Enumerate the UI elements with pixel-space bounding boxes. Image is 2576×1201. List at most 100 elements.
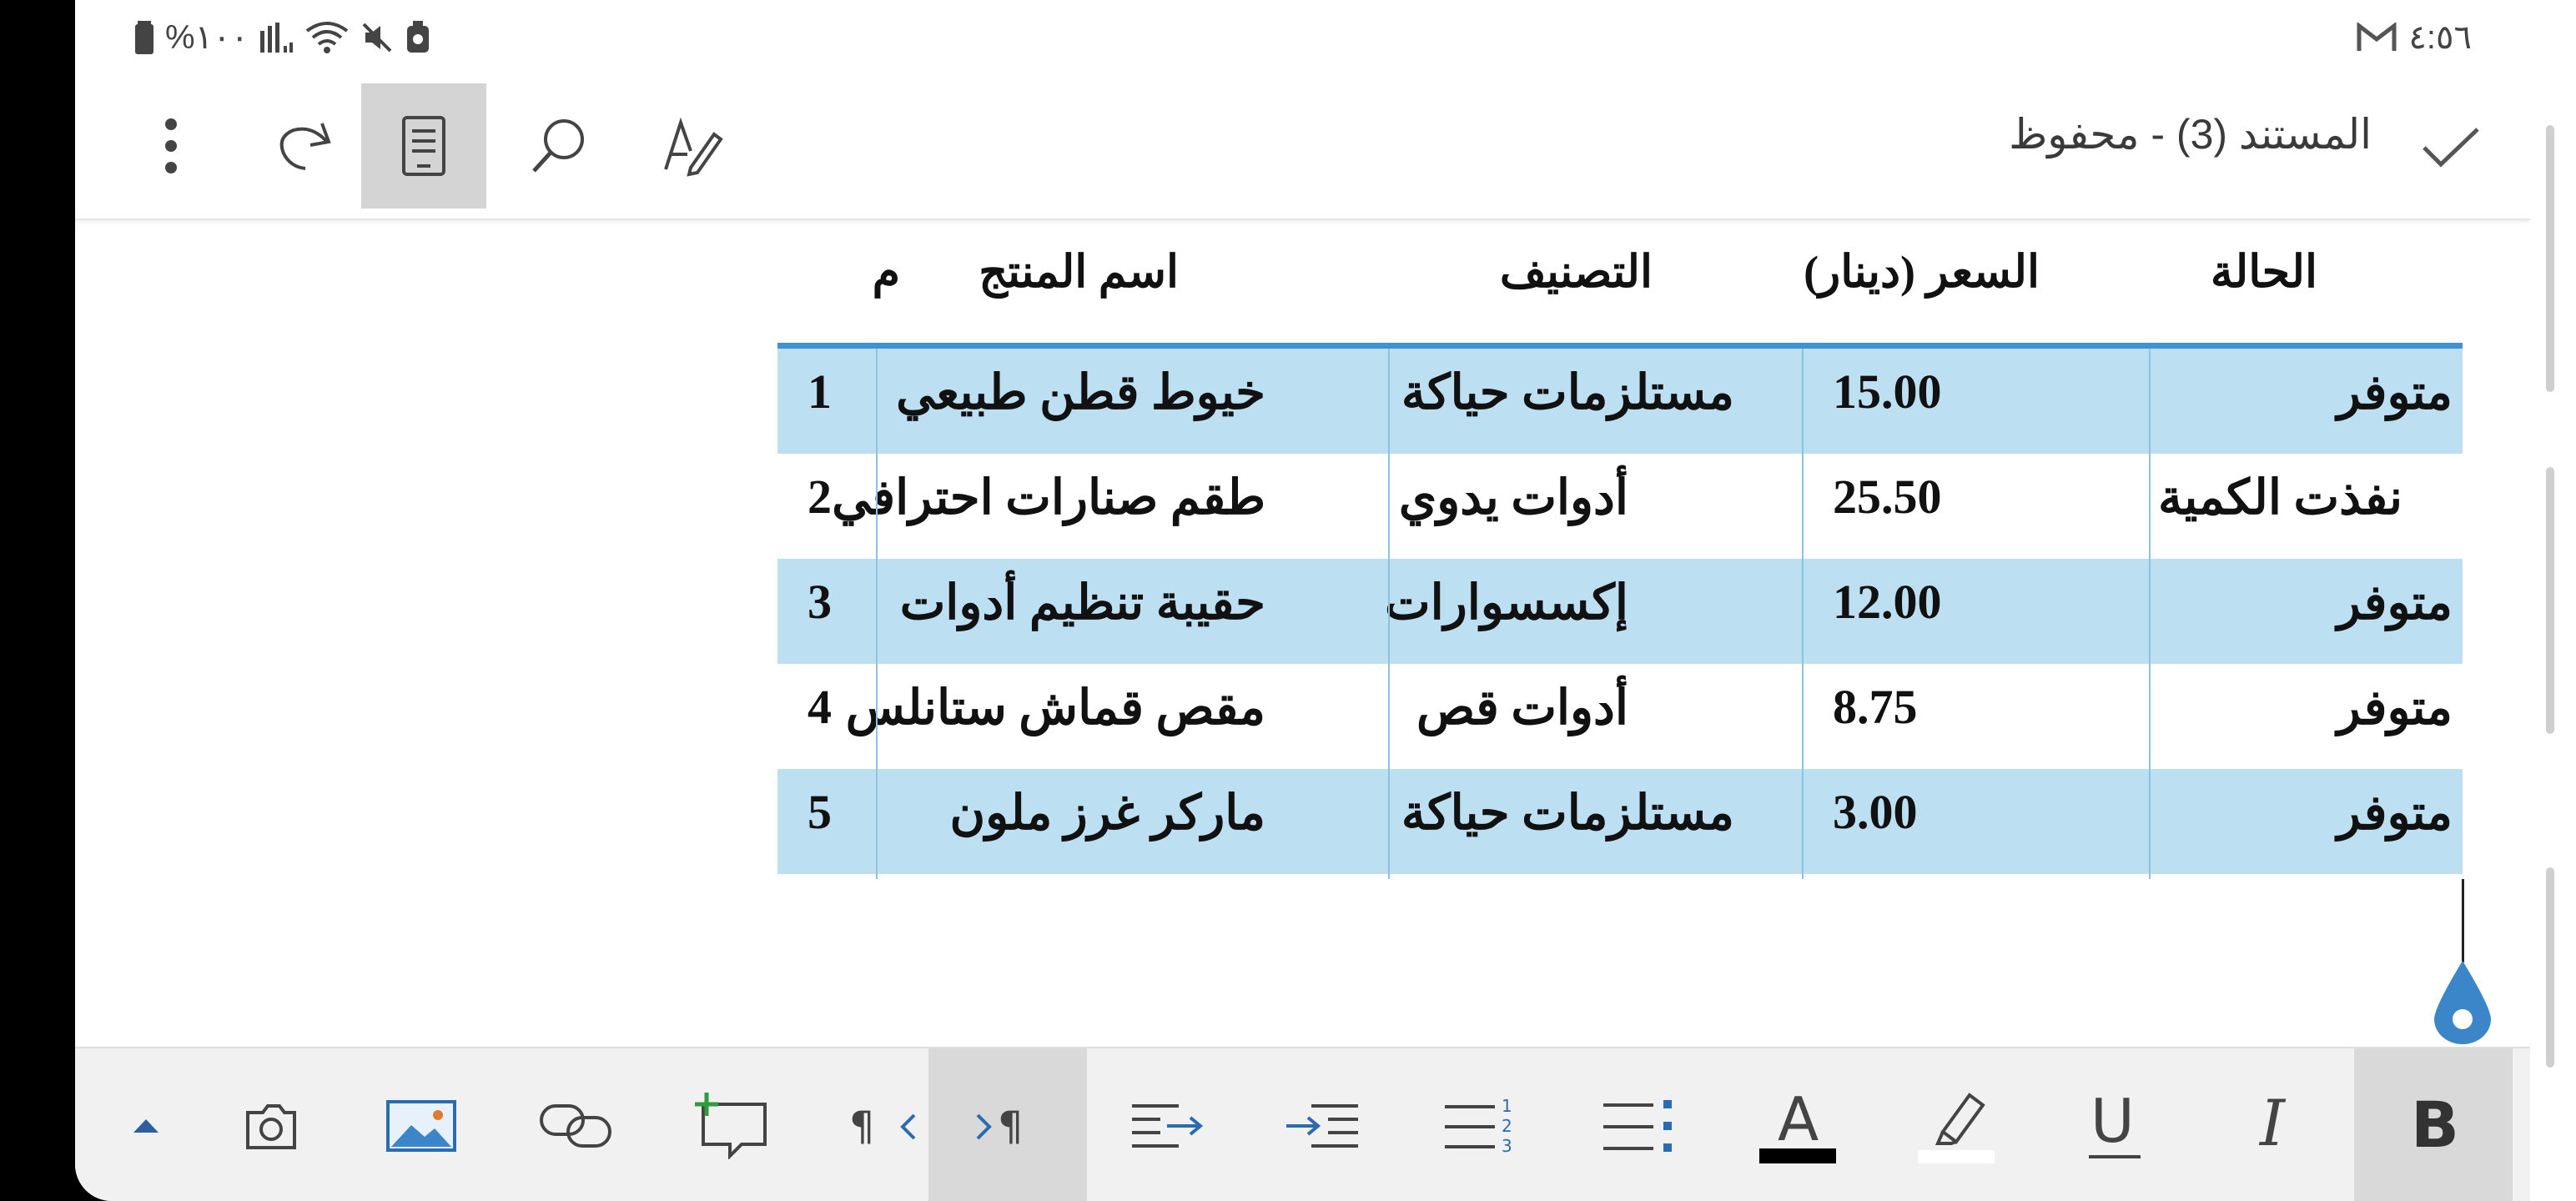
scrollbar-thumb-middle[interactable] [2546,467,2554,734]
cell-index[interactable]: 4 [808,664,832,769]
increase-indent-icon [1286,1103,1358,1148]
expand-ribbon-button[interactable] [108,1048,184,1201]
cell-status[interactable]: متوفر [2337,349,2453,454]
bulleted-list-icon [1603,1099,1672,1152]
font-color-button[interactable]: A [1718,1048,1877,1201]
table-header-row: الحالة السعر (دينار) التصنيف اسم المنتج … [75,245,2530,320]
increase-indent-button[interactable] [1243,1048,1401,1201]
more-options-button[interactable] [108,83,234,209]
status-time: ٤:٥٦ [2408,19,2472,56]
cell-status[interactable]: متوفر [2337,664,2453,769]
table-row[interactable]: متوفر 3.00 مستلزمات حياكة ماركر غرز ملون… [777,769,2463,874]
italic-button[interactable]: I [2194,1048,2352,1201]
decrease-indent-icon [1132,1103,1204,1148]
svg-text:1: 1 [1502,1097,1512,1116]
insert-link-button[interactable] [496,1048,655,1201]
cell-price[interactable]: 12.00 [1833,559,1942,664]
camera-button[interactable] [213,1048,330,1201]
caret-up-icon [133,1118,158,1133]
cell-status[interactable]: نفذت الكمية [2158,454,2402,559]
column-divider [876,349,878,879]
redo-icon [279,123,331,170]
drop-handle-icon [2434,961,2491,1044]
signal-icon [260,23,294,53]
document-title[interactable]: المستند (3) - محفوظ [2009,110,2372,158]
underline-icon: U [2089,1088,2141,1158]
mute-icon [360,21,394,54]
cell-index[interactable]: 2 [808,454,832,559]
cell-product[interactable]: طقم صنارات احترافي [832,454,1265,559]
gmail-icon [2357,23,2397,53]
search-icon [532,119,584,173]
more-vertical-icon [165,118,177,173]
cell-product[interactable]: ماركر غرز ملون [949,769,1265,874]
text-cursor [2462,879,2464,962]
decrease-indent-button[interactable] [1089,1048,1247,1201]
scrollbar-thumb-bottom[interactable] [2546,867,2554,1068]
highlight-button[interactable] [1877,1048,2035,1201]
top-toolbar: المستند (3) - محفوظ [75,75,2530,220]
battery-percent: %١٠٠ [165,19,249,56]
cell-product[interactable]: مقص قماش ستانلس [846,664,1265,769]
svg-text:¶: ¶ [998,1105,1024,1147]
new-comment-button[interactable] [651,1048,809,1201]
bold-button[interactable]: B [2354,1048,2513,1201]
cell-category[interactable]: أدوات يدوي [1399,454,1628,559]
header-price: السعر (دينار) [1804,247,2040,297]
cell-category[interactable]: مستلزمات حياكة [1401,349,1734,454]
table-top-border [777,343,2463,349]
battery-icon [135,21,153,54]
font-color-icon: A [1759,1088,1836,1163]
cell-index[interactable]: 1 [808,349,832,454]
reading-view-button[interactable] [361,83,486,209]
cell-product[interactable]: حقيبة تنظيم أدوات [900,559,1265,664]
search-button[interactable] [496,83,621,209]
ltr-paragraph-button[interactable]: ¶ [928,1048,1087,1201]
data-saver-icon [405,21,430,54]
cursor-handle[interactable] [2433,961,2493,1044]
table-row[interactable]: متوفر 15.00 مستلزمات حياكة خيوط قطن طبيع… [777,349,2463,454]
cell-status[interactable]: متوفر [2337,559,2453,664]
cell-category[interactable]: مستلزمات حياكة [1401,769,1734,874]
editor-pen-icon [664,117,723,177]
table-row[interactable]: متوفر 8.75 أدوات قص مقص قماش ستانلس 4 [777,664,2463,769]
cell-price[interactable]: 3.00 [1833,769,1918,874]
header-index: م [872,247,900,297]
cell-index[interactable]: 5 [808,769,832,874]
camera-icon [246,1103,296,1149]
svg-text:3: 3 [1502,1136,1512,1155]
cell-price[interactable]: 15.00 [1833,349,1942,454]
cell-product[interactable]: خيوط قطن طبيعي [896,349,1265,454]
comment-add-icon [695,1092,767,1159]
cell-price[interactable]: 8.75 [1833,664,1918,769]
header-product: اسم المنتج [979,247,1179,297]
table-row[interactable]: متوفر 12.00 إكسسوارات حقيبة تنظيم أدوات … [777,559,2463,664]
cell-category[interactable]: أدوات قص [1416,664,1628,769]
bullets-button[interactable] [1560,1048,1718,1201]
underline-label: U [2090,1088,2135,1156]
italic-label: I [2258,1088,2287,1160]
column-divider [1802,349,1804,879]
cell-category[interactable]: إكسسوارات [1385,559,1628,664]
numbering-button[interactable]: 123 [1401,1048,1560,1201]
image-icon [386,1099,456,1152]
underline-button[interactable]: U [2035,1048,2194,1201]
cell-status[interactable]: متوفر [2337,769,2453,874]
cell-price[interactable]: 25.50 [1833,454,1942,559]
bold-label: B [2411,1088,2459,1162]
highlighter-icon [1918,1092,1995,1163]
cell-index[interactable]: 3 [808,559,832,664]
table-row[interactable]: نفذت الكمية 25.50 أدوات يدوي طقم صنارات … [777,454,2463,559]
column-divider [2149,349,2151,879]
scrollbar-thumb-top[interactable] [2546,125,2554,392]
bold-icon: B [2411,1088,2459,1162]
redo-button[interactable] [242,83,367,209]
editor-button[interactable] [630,83,755,209]
document-canvas[interactable]: الحالة السعر (دينار) التصنيف اسم المنتج … [75,220,2530,1051]
insert-picture-button[interactable] [342,1048,501,1201]
done-button[interactable] [2405,102,2497,193]
status-icons-left: %١٠٠ [135,17,430,58]
status-bar: %١٠٠ ٤:٥٦ [75,0,2530,75]
format-toolbar: ¶ ¶ 123 A U I B [75,1047,2530,1201]
header-status: الحالة [2210,247,2317,297]
